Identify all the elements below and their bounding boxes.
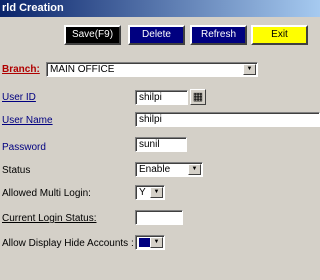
password-label: Password <box>2 142 46 153</box>
chevron-down-icon[interactable]: ▼ <box>243 64 256 75</box>
branch-value: MAIN OFFICE <box>50 64 115 75</box>
branch-select[interactable]: MAIN OFFICE ▼ <box>46 62 258 77</box>
user-name-field[interactable]: shilpi <box>135 112 320 127</box>
password-field[interactable]: sunil <box>135 137 187 152</box>
display-hide-accounts-select[interactable]: ▼ <box>135 235 165 250</box>
status-value: Enable <box>139 164 171 175</box>
grid-icon[interactable]: ▦ <box>190 89 206 105</box>
exit-button[interactable]: Exit <box>251 25 308 45</box>
chevron-down-icon[interactable]: ▼ <box>188 164 201 175</box>
status-select[interactable]: Enable ▼ <box>135 162 203 177</box>
title-bar: rld Creation <box>0 0 320 17</box>
password-value: sunil <box>139 139 160 150</box>
status-label: Status <box>2 165 31 176</box>
chevron-down-icon[interactable]: ▼ <box>150 187 163 198</box>
multi-login-label: Allowed Multi Login: <box>2 188 91 199</box>
user-id-field[interactable]: shilpi <box>135 90 188 105</box>
multi-login-value: Y <box>139 187 146 198</box>
current-login-status-field[interactable] <box>135 210 183 225</box>
branch-label: Branch: <box>2 64 40 75</box>
user-creation-form: Save(F9) Delete Refresh Exit Branch: MAI… <box>0 17 320 280</box>
save-button[interactable]: Save(F9) <box>64 25 121 45</box>
window-title: rld Creation <box>2 2 64 14</box>
refresh-button[interactable]: Refresh <box>190 25 247 45</box>
current-login-status-label: Current Login Status: <box>2 213 97 224</box>
chevron-down-icon[interactable]: ▼ <box>150 237 163 248</box>
display-hide-accounts-label: Allow Display Hide Accounts : <box>2 238 134 249</box>
user-name-value: shilpi <box>139 114 162 125</box>
delete-button[interactable]: Delete <box>128 25 185 45</box>
user-name-label: User Name <box>2 115 53 126</box>
user-id-value: shilpi <box>139 92 162 103</box>
user-id-label: User ID <box>2 92 36 103</box>
toolbar: Save(F9) Delete Refresh Exit <box>0 17 320 53</box>
multi-login-select[interactable]: Y ▼ <box>135 185 165 200</box>
